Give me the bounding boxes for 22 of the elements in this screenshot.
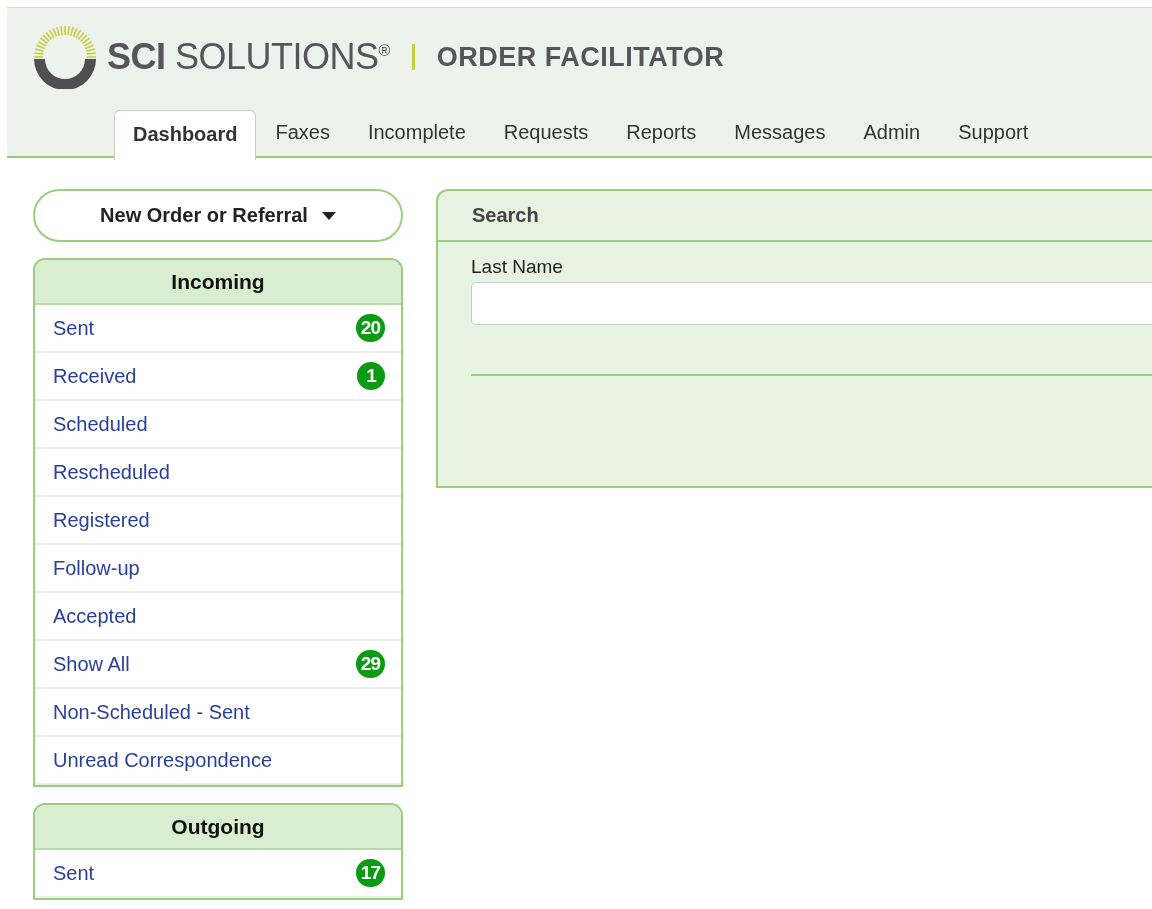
- nav-tab[interactable]: Requests: [484, 108, 608, 156]
- new-order-button[interactable]: New Order or Referral: [33, 189, 403, 242]
- nav-tab[interactable]: Admin: [844, 108, 940, 156]
- nav-tab[interactable]: Dashboard: [114, 110, 257, 160]
- logo-icon: [33, 25, 97, 89]
- nav-tab[interactable]: Reports: [607, 108, 716, 156]
- panel-header: Incoming: [35, 260, 401, 305]
- nav-tab[interactable]: Faxes: [256, 108, 349, 156]
- caret-icon: [321, 211, 336, 220]
- count-badge: 1: [357, 362, 385, 390]
- count-badge: 29: [355, 650, 385, 678]
- panel-header: Outgoing: [35, 805, 401, 850]
- nav-tab[interactable]: Support: [939, 108, 1048, 156]
- brand-name: SCI SOLUTIONS$^{®}$: [107, 36, 390, 78]
- field-label: Last Name: [471, 256, 564, 278]
- nav-tab[interactable]: Incomplete: [348, 108, 485, 156]
- panel-header: Search: [438, 191, 1152, 242]
- product-name: ORDER FACILITATOR: [436, 41, 725, 73]
- last-name-field[interactable]: [471, 282, 1152, 325]
- count-badge: 17: [355, 859, 385, 887]
- count-badge: 20: [355, 314, 385, 342]
- nav-tab[interactable]: Messages: [715, 108, 845, 156]
